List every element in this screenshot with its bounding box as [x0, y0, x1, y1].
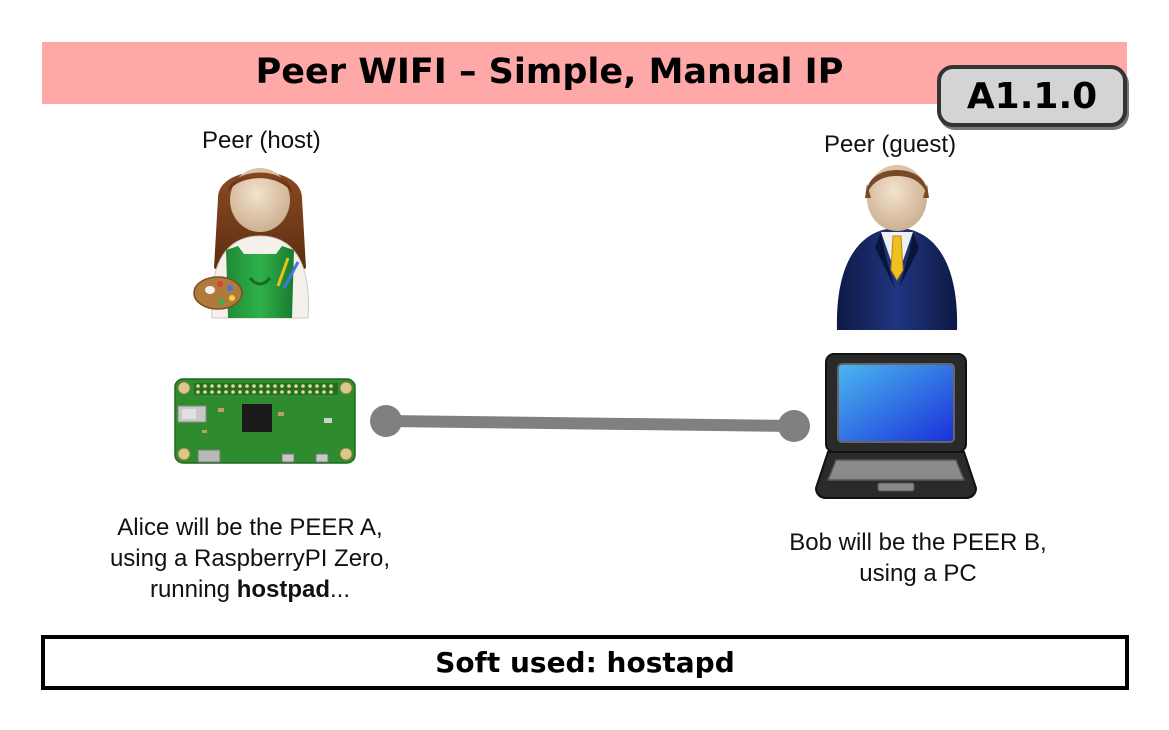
software-footer: Soft used: hostapd	[41, 635, 1129, 690]
guest-caption: Bob will be the PEER B, using a PC	[748, 527, 1088, 589]
host-caption-suffix: ...	[330, 576, 351, 603]
host-caption-prefix: running	[149, 576, 237, 603]
host-caption: Alice will be the PEER A, using a Raspbe…	[80, 512, 420, 605]
host-caption-line3: running hostpad...	[80, 574, 420, 605]
guest-caption-line2: using a PC	[859, 560, 977, 587]
page-title: Peer WIFI – Simple, Manual IP	[255, 52, 844, 92]
host-caption-line1: Alice will be the PEER A,	[117, 514, 383, 541]
host-software-name: hostpad	[236, 576, 331, 603]
host-caption-line2: using a RaspberryPI Zero,	[109, 545, 391, 572]
host-role-label: Peer (host)	[202, 127, 321, 154]
raspberry-pi-zero-icon	[174, 378, 356, 464]
woman-painter-icon	[193, 168, 309, 319]
laptop-icon	[814, 353, 978, 499]
connection-link	[370, 405, 810, 442]
guest-caption-line1: Bob will be the PEER B,	[789, 529, 1047, 556]
businessman-icon	[836, 165, 958, 330]
guest-role-label: Peer (guest)	[824, 131, 957, 158]
version-badge: A1.1.0	[937, 65, 1127, 127]
